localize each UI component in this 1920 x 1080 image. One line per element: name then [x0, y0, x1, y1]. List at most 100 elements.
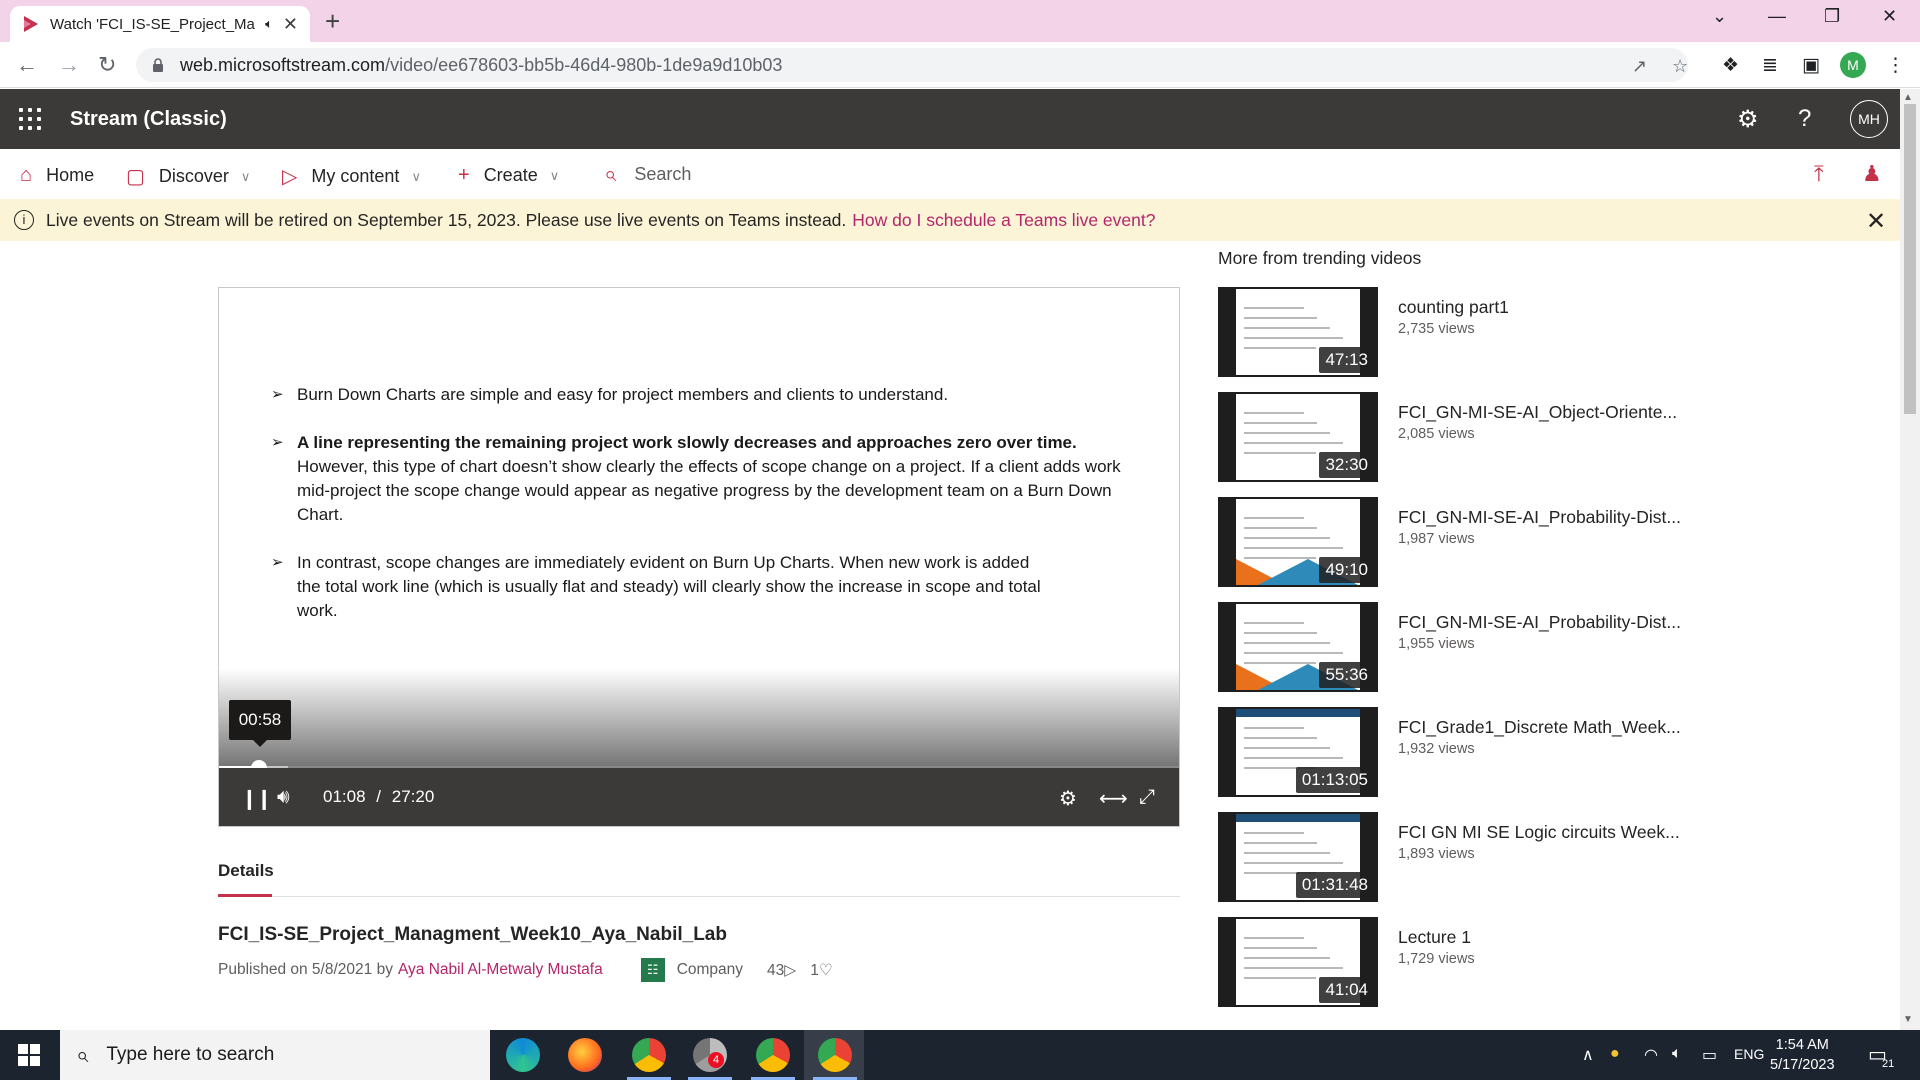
thumbnail-text-line	[1244, 977, 1316, 979]
taskbar-search-input[interactable]: ⌕ Type here to search	[60, 1030, 490, 1080]
video-card[interactable]: 01:13:05 FCI_Grade1_Discrete Math_Week...…	[1218, 707, 1878, 799]
video-thumbnail[interactable]: 49:10	[1218, 497, 1378, 587]
bookmark-star-icon[interactable]: ☆	[1672, 56, 1688, 77]
url-host: web.microsoftstream.com	[180, 54, 386, 75]
tab-audio-icon[interactable]: 🔈︎	[265, 16, 273, 32]
side-panel-icon[interactable]: ▣	[1802, 54, 1820, 77]
video-card[interactable]: 01:31:48 FCI GN MI SE Logic circuits Week…	[1218, 812, 1878, 904]
wifi-icon[interactable]: ◠	[1644, 1045, 1658, 1065]
browser-menu-icon[interactable]: ⋮	[1886, 54, 1905, 77]
nav-home-label: Home	[46, 165, 95, 185]
tray-app-icon[interactable]: ●	[1610, 1045, 1620, 1063]
video-card-title[interactable]: FCI GN MI SE Logic circuits Week...	[1398, 822, 1680, 843]
scrollbar-thumb[interactable]	[1904, 104, 1916, 414]
like-count[interactable]: 1♡	[810, 961, 833, 980]
firefox-icon[interactable]	[568, 1038, 602, 1072]
video-card-title[interactable]: FCI_GN-MI-SE-AI_Probability-Dist...	[1398, 507, 1681, 528]
volume-icon[interactable]: 🔊︎	[277, 786, 290, 809]
restore-button[interactable]: ❐	[1824, 6, 1840, 27]
chrome-icon[interactable]	[756, 1038, 790, 1072]
video-thumbnail[interactable]: 55:36	[1218, 602, 1378, 692]
settings-gear-icon[interactable]: ⚙	[1737, 105, 1759, 134]
video-card-title[interactable]: Lecture 1	[1398, 927, 1471, 948]
thumbnail-text-line	[1244, 937, 1304, 939]
browser-tab[interactable]: Watch 'FCI_IS-SE_Project_Ma 🔈︎ ✕	[10, 6, 310, 42]
scroll-down-arrow-icon[interactable]: ▼	[1903, 1014, 1913, 1025]
video-thumbnail[interactable]: 01:31:48	[1218, 812, 1378, 902]
video-card[interactable]: 32:30 FCI_GN-MI-SE-AI_Object-Oriente... 2,…	[1218, 392, 1878, 484]
thumbnail-header	[1236, 814, 1360, 822]
thumbnail-text-line	[1244, 317, 1317, 319]
video-card-title[interactable]: FCI_GN-MI-SE-AI_Probability-Dist...	[1398, 612, 1681, 633]
profile-avatar[interactable]: M	[1840, 52, 1866, 78]
nav-my-content-label: My content	[311, 166, 400, 186]
language-indicator[interactable]: ENG	[1734, 1046, 1764, 1062]
search-input[interactable]: ⌕ Search	[604, 161, 691, 187]
video-thumbnail[interactable]: 41:04	[1218, 917, 1378, 1007]
video-card[interactable]: 49:10 FCI_GN-MI-SE-AI_Probability-Dist...…	[1218, 497, 1878, 589]
speaker-icon[interactable]: 🔈︎	[1672, 1045, 1682, 1063]
reload-button[interactable]: ↻	[98, 52, 116, 78]
extensions-icon[interactable]: ❖	[1722, 54, 1739, 77]
forward-button[interactable]: →	[58, 52, 80, 78]
search-placeholder: Search	[634, 163, 692, 184]
thumbnail-text-line	[1244, 737, 1317, 739]
user-avatar[interactable]: MH	[1850, 100, 1888, 138]
nav-discover[interactable]: ▢ Discover ∨	[126, 164, 250, 189]
tab-details[interactable]: Details	[218, 861, 274, 881]
video-card[interactable]: 47:13 counting part1 2,735 views	[1218, 287, 1878, 379]
thumbnail-text-line	[1244, 537, 1330, 539]
chevron-down-icon: ∨	[549, 167, 560, 183]
thumbnail-header	[1236, 709, 1360, 717]
pause-icon[interactable]: ❙❙	[241, 786, 272, 811]
media-control-icon[interactable]: ≣	[1762, 54, 1778, 77]
video-thumbnail[interactable]: 47:13	[1218, 287, 1378, 377]
banner-close-icon[interactable]: ✕	[1866, 207, 1886, 236]
video-card-title[interactable]: FCI_GN-MI-SE-AI_Object-Oriente...	[1398, 402, 1677, 423]
video-player[interactable]: Burn Down Charts are simple and easy for…	[218, 287, 1180, 827]
chrome-active-icon[interactable]	[818, 1038, 852, 1072]
thumbnail-text-line	[1244, 727, 1304, 729]
video-thumbnail[interactable]: 32:30	[1218, 392, 1378, 482]
chrome-icon[interactable]	[632, 1038, 666, 1072]
upload-icon[interactable]: ⤒	[1814, 161, 1824, 187]
thumbnail-text-line	[1244, 652, 1343, 654]
slide-bullet-text: Burn Down Charts are simple and easy for…	[297, 385, 949, 404]
edge-icon[interactable]	[506, 1038, 540, 1072]
video-card-title[interactable]: counting part1	[1398, 297, 1509, 318]
tab-search-chevron-icon[interactable]: ⌄	[1712, 6, 1727, 27]
user-settings-icon[interactable]: ♟	[1862, 161, 1882, 187]
video-thumbnail[interactable]: 01:13:05	[1218, 707, 1378, 797]
author-link[interactable]: Aya Nabil Al-Metwaly Mustafa	[398, 961, 603, 979]
thumbnail-text-line	[1244, 527, 1317, 529]
video-card-views: 1,729 views	[1398, 951, 1475, 967]
player-settings-icon[interactable]: ⚙	[1059, 786, 1077, 811]
nav-home[interactable]: ⌂ Home	[20, 164, 94, 187]
back-button[interactable]: ←	[16, 52, 38, 78]
fullscreen-icon[interactable]: ⤢	[1139, 786, 1155, 809]
thumbnail-text-line	[1244, 547, 1343, 549]
windows-start-icon[interactable]	[18, 1044, 40, 1066]
address-bar[interactable]: web.microsoftstream.com/video/ee678603-b…	[136, 48, 1688, 82]
tray-overflow-icon[interactable]: ∧	[1582, 1045, 1594, 1065]
tab-close-icon[interactable]: ✕	[283, 14, 298, 35]
nav-create[interactable]: + Create ∨	[458, 164, 559, 187]
nav-create-label: Create	[483, 165, 538, 185]
theater-mode-icon[interactable]: ⟷	[1099, 786, 1128, 811]
video-card-title[interactable]: FCI_Grade1_Discrete Math_Week...	[1398, 717, 1681, 738]
minimize-button[interactable]: —	[1768, 6, 1786, 27]
window-close-button[interactable]: ✕	[1882, 6, 1897, 27]
video-card[interactable]: 55:36 FCI_GN-MI-SE-AI_Probability-Dist...…	[1218, 602, 1878, 694]
battery-icon[interactable]: ▭	[1702, 1045, 1717, 1065]
share-icon[interactable]: ↗	[1632, 56, 1647, 77]
scroll-up-arrow-icon[interactable]: ▲	[1903, 92, 1913, 103]
divider	[218, 896, 1180, 897]
new-tab-button[interactable]: +	[325, 6, 340, 37]
help-icon[interactable]: ?	[1798, 105, 1811, 133]
taskbar-clock[interactable]: 1:54 AM 5/17/2023	[1770, 1035, 1835, 1075]
nav-my-content[interactable]: ▷ My content ∨	[282, 164, 421, 189]
app-launcher-icon[interactable]	[19, 108, 41, 130]
app-title[interactable]: Stream (Classic)	[70, 108, 227, 131]
banner-link[interactable]: How do I schedule a Teams live event?	[852, 210, 1155, 231]
video-card[interactable]: 41:04 Lecture 1 1,729 views	[1218, 917, 1878, 1009]
